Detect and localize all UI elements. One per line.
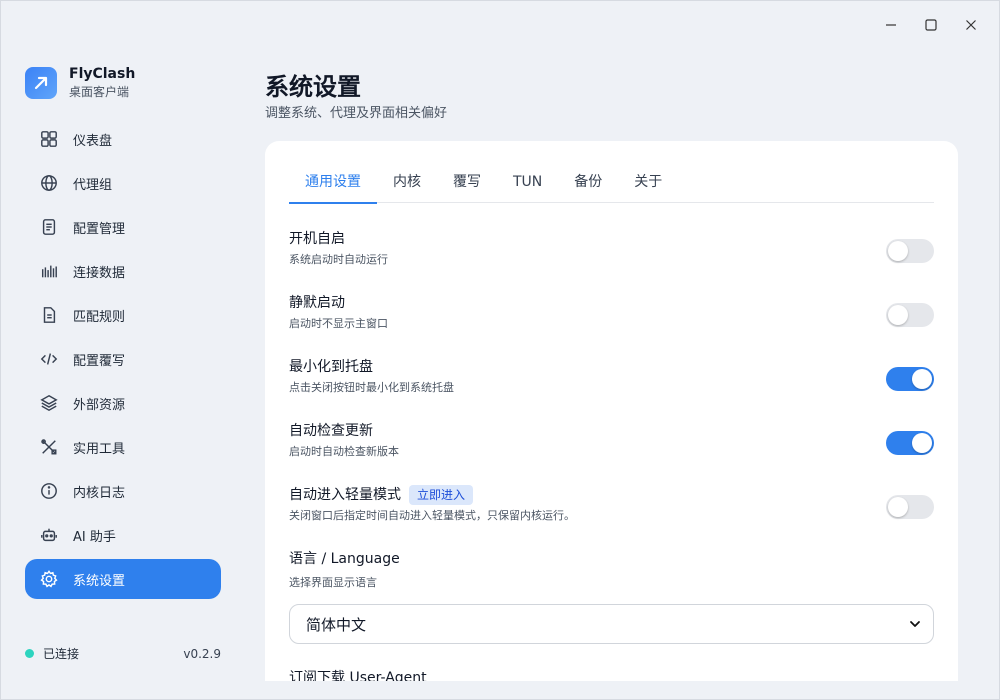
setting-desc: 启动时不显示主窗口 — [289, 317, 388, 330]
setting-title: 开机自启 — [289, 231, 345, 247]
robot-icon — [39, 525, 59, 545]
tools-icon — [39, 437, 59, 457]
sidebar-item-override[interactable]: 配置覆写 — [25, 339, 221, 379]
app-name: FlyClash — [69, 66, 136, 82]
setting-title-wrap: 自动进入轻量模式 立即进入 — [289, 485, 934, 505]
settings-card: 通用设置 内核 覆写 TUN 备份 关于 开机自启 系统启动时自动运行 静默启动… — [265, 141, 958, 681]
language-title: 语言 / Language — [289, 551, 400, 567]
chevron-down-icon — [910, 621, 920, 627]
close-icon — [966, 20, 976, 30]
file-lines-icon — [39, 305, 59, 325]
page-subtitle: 调整系统、代理及界面相关偏好 — [265, 106, 448, 121]
toggle-knob — [912, 369, 932, 389]
setting-row-lite-mode: 自动进入轻量模式 立即进入 关闭窗口后指定时间自动进入轻量模式，只保留内核运行。 — [289, 485, 934, 535]
minimize-tray-toggle[interactable] — [886, 367, 934, 391]
setting-row-autostart: 开机自启 系统启动时自动运行 — [289, 229, 934, 279]
sidebar-item-config[interactable]: 配置管理 — [25, 207, 221, 247]
setting-row-auto-update: 自动检查更新 启动时自动检查新版本 — [289, 421, 934, 471]
toggle-knob — [912, 433, 932, 453]
setting-row-silent-start: 静默启动 启动时不显示主窗口 — [289, 293, 934, 343]
sidebar-item-label: 实用工具 — [73, 441, 126, 457]
language-desc: 选择界面显示语言 — [289, 576, 377, 589]
sidebar-item-proxy-groups[interactable]: 代理组 — [25, 163, 221, 203]
silent-start-toggle[interactable] — [886, 303, 934, 327]
app-subtitle: 桌面客户端 — [69, 85, 130, 99]
bars-icon — [39, 261, 59, 281]
dashboard-grid-icon — [39, 129, 59, 149]
gear-icon — [39, 569, 59, 589]
sidebar-item-label: AI 助手 — [73, 529, 116, 545]
sidebar-item-ai-assistant[interactable]: AI 助手 — [25, 515, 221, 555]
setting-desc: 关闭窗口后指定时间自动进入轻量模式，只保留内核运行。 — [289, 509, 575, 522]
tab-override[interactable]: 覆写 — [437, 165, 497, 203]
setting-row-minimize-tray: 最小化到托盘 点击关闭按钮时最小化到系统托盘 — [289, 357, 934, 407]
globe-icon — [39, 173, 59, 193]
connection-status: 已连接 v0.2.9 — [25, 645, 221, 662]
setting-title: 最小化到托盘 — [289, 359, 373, 375]
sidebar-item-label: 外部资源 — [73, 397, 126, 413]
sidebar-item-label: 连接数据 — [73, 265, 126, 281]
sidebar-item-connections[interactable]: 连接数据 — [25, 251, 221, 291]
page-title: 系统设置 — [265, 73, 361, 101]
sidebar-item-label: 匹配规则 — [73, 309, 126, 325]
setting-desc: 点击关闭按钮时最小化到系统托盘 — [289, 381, 454, 394]
sidebar-item-label: 内核日志 — [73, 485, 126, 501]
sidebar-item-label: 配置管理 — [73, 221, 126, 237]
sidebar-item-label: 代理组 — [73, 177, 113, 193]
sidebar-item-tools[interactable]: 实用工具 — [25, 427, 221, 467]
tab-tun[interactable]: TUN — [497, 165, 558, 203]
setting-desc: 系统启动时自动运行 — [289, 253, 388, 266]
brand: FlyClash 桌面客户端 — [25, 65, 135, 101]
sidebar-item-logs[interactable]: 内核日志 — [25, 471, 221, 511]
autostart-toggle[interactable] — [886, 239, 934, 263]
app-window: FlyClash 桌面客户端 仪表盘 代理组 配置管理 连接数据 匹配规则 配置… — [0, 0, 1000, 700]
tab-backup[interactable]: 备份 — [558, 165, 618, 203]
version-label: v0.2.9 — [183, 646, 221, 661]
settings-tabs: 通用设置 内核 覆写 TUN 备份 关于 — [289, 165, 934, 204]
toggle-knob — [888, 241, 908, 261]
sidebar-item-resources[interactable]: 外部资源 — [25, 383, 221, 423]
setting-title: 自动进入轻量模式 — [289, 487, 401, 503]
setting-title: 静默启动 — [289, 295, 345, 311]
lite-mode-toggle[interactable] — [886, 495, 934, 519]
sidebar-item-label: 仪表盘 — [73, 133, 113, 149]
code-icon — [39, 349, 59, 369]
enter-now-button[interactable]: 立即进入 — [409, 485, 474, 505]
toggle-knob — [888, 497, 908, 517]
sidebar-item-dashboard[interactable]: 仪表盘 — [25, 119, 221, 159]
sidebar-item-settings[interactable]: 系统设置 — [25, 559, 221, 599]
tab-general[interactable]: 通用设置 — [289, 165, 377, 204]
app-logo-icon — [25, 67, 57, 99]
sidebar-nav: 仪表盘 代理组 配置管理 连接数据 匹配规则 配置覆写 外部资源 实用工具 内核… — [25, 119, 221, 603]
sidebar-item-label: 系统设置 — [73, 573, 126, 589]
toggle-knob — [888, 305, 908, 325]
sidebar-item-label: 配置覆写 — [73, 353, 126, 369]
sidebar-item-rules[interactable]: 匹配规则 — [25, 295, 221, 335]
status-dot-icon — [25, 649, 34, 658]
language-selected-value: 简体中文 — [306, 615, 367, 634]
tab-core[interactable]: 内核 — [377, 165, 437, 203]
document-icon — [39, 217, 59, 237]
language-select[interactable]: 简体中文 — [289, 604, 934, 644]
setting-desc: 启动时自动检查新版本 — [289, 445, 399, 458]
layers-icon — [39, 393, 59, 413]
auto-update-toggle[interactable] — [886, 431, 934, 455]
status-label: 已连接 — [43, 647, 80, 661]
setting-title: 自动检查更新 — [289, 423, 373, 439]
main-content: 系统设置 调整系统、代理及界面相关偏好 通用设置 内核 覆写 TUN 备份 关于… — [265, 1, 965, 700]
info-icon — [39, 481, 59, 501]
tab-about[interactable]: 关于 — [618, 165, 678, 203]
sidebar: FlyClash 桌面客户端 仪表盘 代理组 配置管理 连接数据 匹配规则 配置… — [1, 1, 245, 700]
user-agent-title: 订阅下载 User-Agent — [289, 670, 427, 681]
